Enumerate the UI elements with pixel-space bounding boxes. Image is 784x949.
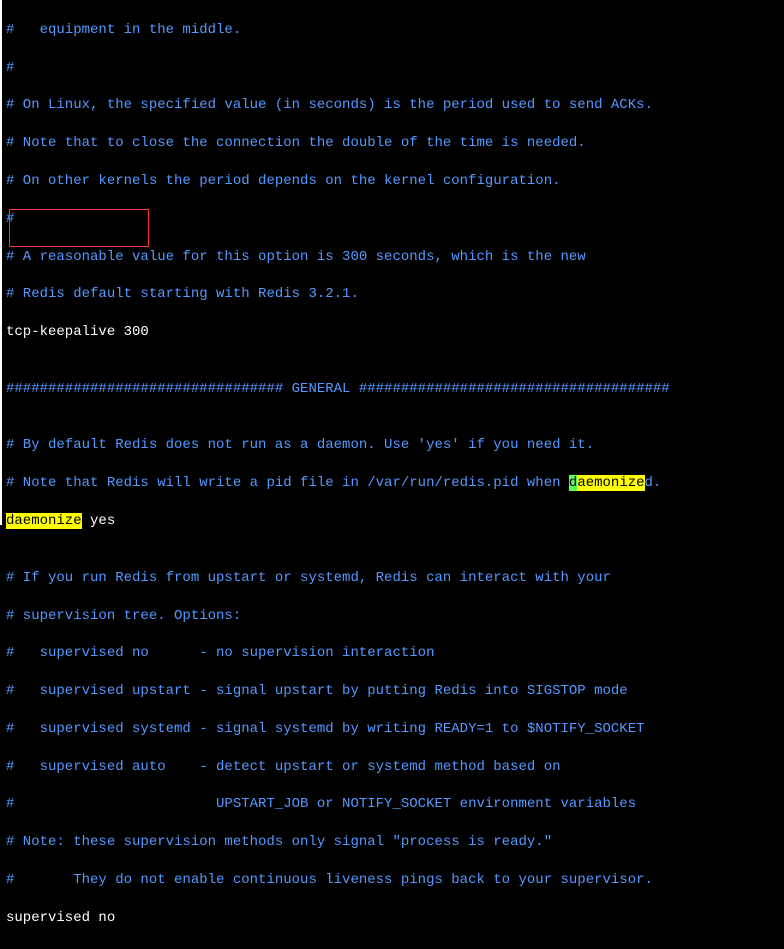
config-directive-daemonize: daemonize yes [6, 512, 780, 531]
config-value: yes [82, 513, 116, 529]
config-comment-line: # [6, 210, 780, 229]
config-comment-line: # On other kernels the period depends on… [6, 172, 780, 191]
config-comment-line: # supervised systemd - signal systemd by… [6, 720, 780, 739]
config-comment-line: # On Linux, the specified value (in seco… [6, 96, 780, 115]
config-directive-supervised: supervised no [6, 909, 780, 928]
config-comment-line: # supervised upstart - signal upstart by… [6, 682, 780, 701]
comment-text: d. [645, 475, 662, 491]
config-comment-line: # equipment in the middle. [6, 21, 780, 40]
config-comment-line: # By default Redis does not run as a dae… [6, 436, 780, 455]
config-comment-line: # supervised auto - detect upstart or sy… [6, 758, 780, 777]
config-comment-line: # Note that Redis will write a pid file … [6, 474, 780, 493]
terminal-content: # equipment in the middle. # # On Linux,… [2, 0, 784, 949]
config-comment-line: # supervised no - no supervision interac… [6, 644, 780, 663]
section-header-general: ################################# GENERA… [6, 380, 780, 399]
config-directive-tcp-keepalive: tcp-keepalive 300 [6, 323, 780, 342]
search-match-highlight: daemonize [6, 513, 82, 529]
config-comment-line: # They do not enable continuous liveness… [6, 871, 780, 890]
config-comment-line: # Note that to close the connection the … [6, 134, 780, 153]
search-match-highlight: aemonize [577, 475, 644, 491]
config-comment-line: # supervision tree. Options: [6, 607, 780, 626]
config-comment-line: # If you run Redis from upstart or syste… [6, 569, 780, 588]
comment-text: # Note that Redis will write a pid file … [6, 475, 569, 491]
config-comment-line: # Note: these supervision methods only s… [6, 833, 780, 852]
config-comment-line: # A reasonable value for this option is … [6, 248, 780, 267]
config-comment-line: # UPSTART_JOB or NOTIFY_SOCKET environme… [6, 795, 780, 814]
config-comment-line: # [6, 59, 780, 78]
config-comment-line: # Redis default starting with Redis 3.2.… [6, 285, 780, 304]
